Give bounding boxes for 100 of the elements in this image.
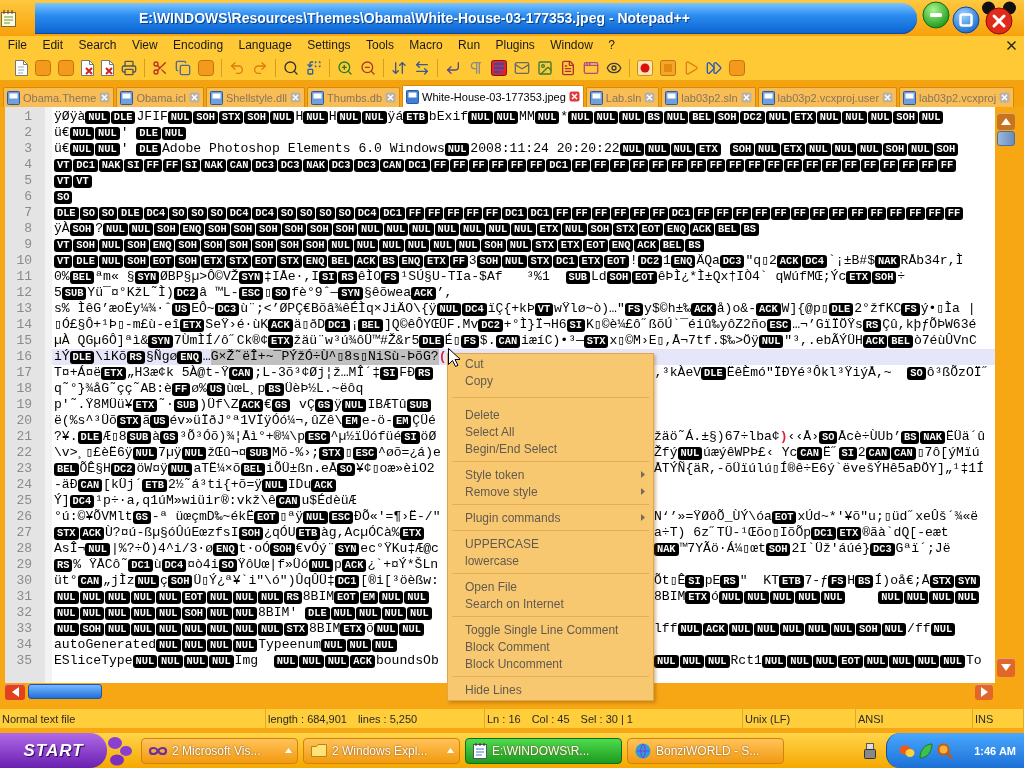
- zoom-out-icon[interactable]: [360, 59, 376, 76]
- control-char-badge: EOT: [334, 590, 359, 604]
- file-tab[interactable]: Thumbs.db: [307, 87, 401, 107]
- menu-item[interactable]: Plugin commands: [448, 509, 653, 526]
- undo-icon[interactable]: [229, 59, 245, 76]
- menu-item[interactable]: Settings: [299, 36, 359, 55]
- file-tab[interactable]: Obama.icl: [116, 87, 204, 107]
- search-icon[interactable]: [283, 59, 299, 76]
- menu-item[interactable]: Encoding: [165, 36, 231, 55]
- tile-icon[interactable]: [198, 59, 214, 76]
- menu-item[interactable]: Block Comment: [448, 638, 653, 655]
- menu-item[interactable]: Copy: [448, 372, 653, 389]
- code-text: "³,.ebÃÝÜH: [784, 333, 863, 349]
- scroll-right-button[interactable]: [975, 683, 993, 700]
- close-button[interactable]: [982, 1, 1016, 35]
- copy-icon[interactable]: [175, 59, 191, 76]
- menu-item[interactable]: Tools: [358, 36, 402, 55]
- code-text: Rct1: [730, 653, 762, 669]
- document-icon[interactable]: [560, 59, 576, 76]
- file-tab[interactable]: Obama.Theme: [3, 87, 115, 107]
- zoom-in-icon[interactable]: [337, 59, 353, 76]
- control-char-badge: NUL: [95, 142, 120, 156]
- control-char-badge: SO: [272, 286, 291, 300]
- page-with-x-icon[interactable]: [81, 59, 94, 76]
- pilcrow-icon[interactable]: [468, 59, 484, 76]
- file-tab[interactable]: lab03p2.vcxproj.user: [757, 87, 898, 107]
- menu-item[interactable]: Window: [542, 36, 601, 55]
- picture-icon[interactable]: [537, 59, 553, 76]
- magnifier-icon[interactable]: [937, 742, 953, 759]
- printer-icon[interactable]: [121, 59, 137, 76]
- menu-item[interactable]: lowercase: [448, 552, 653, 569]
- window-icon[interactable]: [583, 59, 599, 76]
- control-char-badge: NAK: [654, 542, 679, 556]
- control-char-badge: FF: [430, 158, 450, 172]
- menu-item[interactable]: Style token: [448, 466, 653, 483]
- replace-icon[interactable]: [306, 59, 322, 76]
- page-icon[interactable]: [15, 59, 28, 76]
- control-char-badge: FF: [611, 206, 630, 220]
- menu-item[interactable]: Run: [450, 36, 488, 55]
- menu-item[interactable]: ?: [600, 36, 623, 55]
- control-char-badge: NUL: [79, 606, 104, 620]
- menu-item[interactable]: Macro: [401, 36, 451, 55]
- file-tab[interactable]: Lab.sln: [585, 87, 660, 107]
- chat-bubbles-icon[interactable]: [899, 743, 915, 758]
- scroll-down-button[interactable]: [997, 658, 1015, 677]
- menu-item[interactable]: Delete: [448, 406, 653, 423]
- file-tab[interactable]: White-House-03-177353.jpeg: [402, 85, 584, 107]
- arrows-icon[interactable]: [391, 59, 407, 76]
- code-text: Çû,kþƒÕÞW63é: [882, 317, 977, 333]
- record-icon[interactable]: [637, 59, 653, 76]
- lines-icon[interactable]: [491, 59, 507, 76]
- control-char-badge: FF: [649, 206, 668, 220]
- file-tab[interactable]: Shellstyle.dll: [205, 87, 306, 107]
- menu-item[interactable]: Plugins: [487, 36, 543, 55]
- menu-item[interactable]: Block Uncomment: [448, 655, 653, 672]
- scrollbar-thumb[interactable]: [28, 684, 102, 699]
- minimize-button[interactable]: [922, 1, 950, 29]
- scrollbar-thumb[interactable]: [997, 131, 1015, 146]
- control-char-badge: ETB: [295, 526, 320, 540]
- close-icon[interactable]: [1007, 41, 1016, 50]
- leaf-icon[interactable]: [919, 742, 933, 759]
- fast-forward-icon[interactable]: [706, 59, 722, 76]
- maximize-button[interactable]: [952, 6, 980, 34]
- redo-icon[interactable]: [252, 59, 268, 76]
- tile-icon[interactable]: [729, 59, 745, 76]
- menu-item[interactable]: Select All: [448, 423, 653, 440]
- arrows-icon[interactable]: [414, 59, 430, 76]
- menu-item[interactable]: Remove style: [448, 483, 653, 500]
- menu-item[interactable]: File: [0, 36, 35, 55]
- menu-item[interactable]: UPPERCASE: [448, 535, 653, 552]
- file-tab[interactable]: lab03p2.vcxproj: [899, 87, 1015, 107]
- file-tab[interactable]: lab03p2.sln: [661, 87, 756, 107]
- menu-item[interactable]: Search: [70, 36, 125, 55]
- envelope-icon[interactable]: [514, 59, 530, 76]
- control-char-badge: BEL: [888, 334, 913, 348]
- taskbar-button[interactable]: E:\WINDOWS\R...: [465, 737, 622, 764]
- menu-item[interactable]: Begin/End Select: [448, 440, 653, 457]
- control-char-badge: FF: [841, 158, 860, 172]
- menu-item[interactable]: Language: [230, 36, 300, 55]
- menu-item[interactable]: Open File: [448, 578, 653, 595]
- notepad-icon[interactable]: [1, 9, 17, 27]
- scroll-left-button[interactable]: [5, 683, 25, 700]
- menu-item[interactable]: View: [124, 36, 166, 55]
- tile-icon[interactable]: [35, 59, 51, 76]
- menu-item[interactable]: Edit: [34, 36, 71, 55]
- caret-icon: [285, 748, 292, 753]
- start-button[interactable]: START: [0, 733, 107, 768]
- wrap-arrow-icon[interactable]: [445, 59, 461, 76]
- tile-icon[interactable]: [58, 59, 74, 76]
- menu-item[interactable]: Hide Lines: [448, 681, 653, 698]
- scroll-up-button[interactable]: [997, 113, 1015, 130]
- scissors-icon[interactable]: [152, 59, 168, 76]
- stop-icon[interactable]: [660, 59, 676, 76]
- play-icon[interactable]: [683, 59, 699, 76]
- code-text: N‘’»=ŸØôÕ_ÙÝ\óa: [654, 509, 772, 525]
- page-with-x-icon[interactable]: [101, 59, 114, 76]
- menu-item[interactable]: Search on Internet: [448, 595, 653, 612]
- control-char-badge: DC3: [870, 542, 895, 556]
- device-icon[interactable]: [864, 742, 876, 759]
- menu-item[interactable]: Toggle Single Line Comment: [448, 621, 653, 638]
